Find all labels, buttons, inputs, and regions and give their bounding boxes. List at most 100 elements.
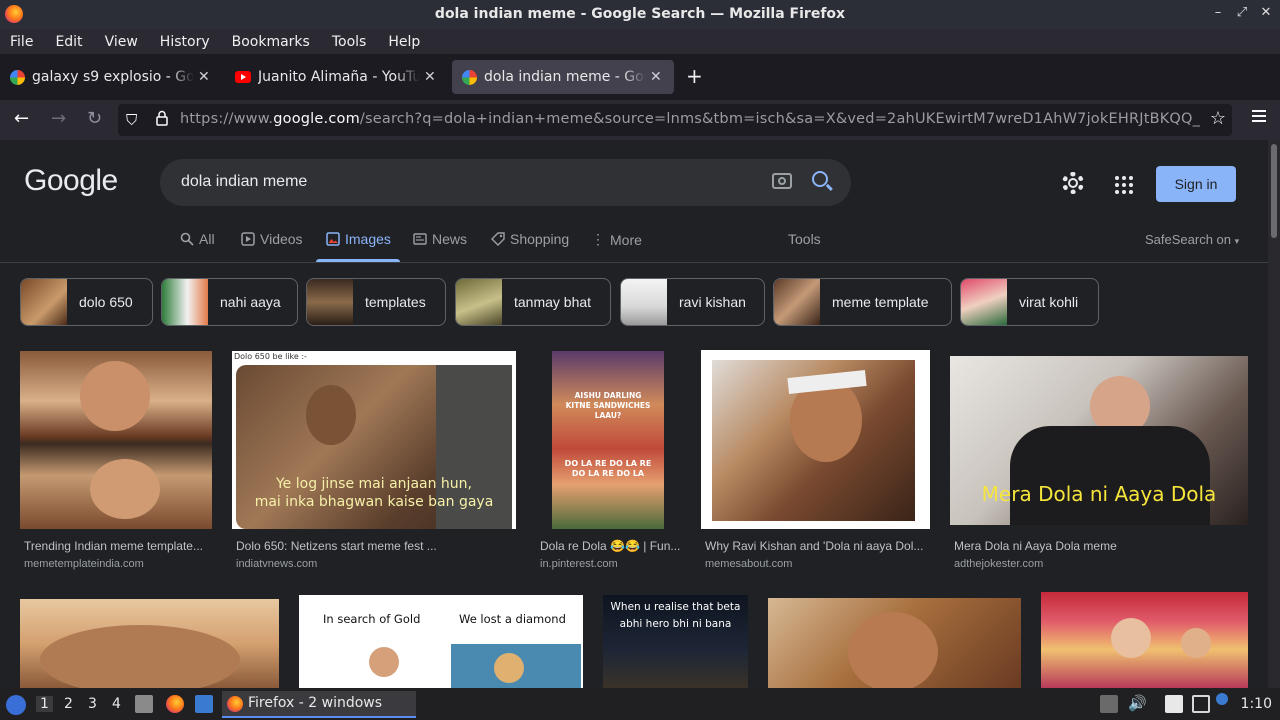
tab-all[interactable]: All (180, 231, 215, 247)
file-manager-icon[interactable] (135, 695, 153, 713)
menu-tools[interactable]: Tools (332, 34, 367, 50)
menu-edit[interactable]: Edit (55, 34, 82, 50)
workspace-4[interactable]: 4 (112, 696, 121, 712)
search-box[interactable]: dola indian meme (160, 159, 851, 206)
clock[interactable]: 1:10 (1241, 696, 1272, 712)
tab-shopping[interactable]: Shopping (491, 231, 569, 247)
image-result[interactable]: Dolo 650 be like :- Ye log jinse mai anj… (232, 351, 516, 576)
chip-dolo-650[interactable]: dolo 650 (20, 278, 153, 326)
result-source[interactable]: indiatvnews.com (236, 558, 317, 570)
minimize-button[interactable]: – (1212, 5, 1224, 20)
result-caption[interactable]: Dolo 650: Netizens start meme fest ... (236, 539, 516, 553)
back-button[interactable]: ← (14, 108, 29, 129)
image-result[interactable]: AISHU DARLING KITNE SANDWICHES LAAU? DO … (536, 351, 681, 576)
result-image[interactable]: In search of Gold We lost a diamond (299, 595, 583, 688)
menu-bookmarks[interactable]: Bookmarks (232, 34, 310, 50)
lock-icon[interactable] (156, 110, 168, 126)
result-caption[interactable]: Dola re Dola 😂😂 | Fun... (540, 539, 681, 553)
volume-icon[interactable]: 🔊 (1128, 694, 1147, 712)
start-menu-icon[interactable] (6, 695, 26, 715)
browser-tab-active[interactable]: dola indian meme - Google ✕ (452, 60, 674, 94)
close-window-button[interactable]: ✕ (1260, 5, 1272, 20)
forward-button[interactable]: → (51, 108, 66, 129)
search-icon[interactable] (812, 171, 828, 187)
result-caption[interactable]: Why Ravi Kishan and 'Dola ni aaya Dol... (705, 539, 930, 553)
result-image[interactable]: When u realise that beta abhi hero bhi n… (603, 595, 748, 688)
menu-file[interactable]: File (10, 34, 33, 50)
search-input[interactable]: dola indian meme (181, 173, 307, 191)
chip-meme-template[interactable]: meme template (773, 278, 952, 326)
apps-grid-icon[interactable] (1115, 176, 1133, 194)
tab-more[interactable]: ⋮ More (591, 231, 642, 248)
taskbar-firefox-window[interactable]: Firefox - 2 windows (222, 691, 416, 718)
result-image[interactable] (768, 598, 1021, 688)
notes-icon[interactable] (1165, 695, 1183, 713)
url-bar[interactable]: ⛉ https://www.google.com/search?q=dola+i… (118, 104, 1232, 136)
chip-ravi-kishan[interactable]: ravi kishan (620, 278, 765, 326)
workspace-2[interactable]: 2 (64, 696, 73, 712)
result-image[interactable] (20, 599, 279, 688)
maximize-button[interactable]: ⤢ (1236, 5, 1248, 20)
result-caption[interactable]: Mera Dola ni Aaya Dola meme (954, 539, 1248, 553)
page-scrollbar[interactable] (1268, 140, 1280, 688)
result-image[interactable] (1041, 592, 1248, 688)
image-result[interactable]: In search of Gold We lost a diamond (299, 595, 583, 688)
browser-tab[interactable]: Juanito Alimaña - YouTube ✕ (225, 60, 447, 94)
result-source[interactable]: memesabout.com (705, 558, 792, 570)
tools-button[interactable]: Tools (788, 231, 821, 247)
chip-nahi-aaya[interactable]: nahi aaya (161, 278, 298, 326)
safesearch-toggle[interactable]: SafeSearch on ▾ (1145, 232, 1239, 247)
reload-button[interactable]: ↻ (87, 108, 102, 129)
menu-view[interactable]: View (105, 34, 138, 50)
workspace-1[interactable]: 1 (36, 696, 53, 712)
tab-images-label: Images (345, 231, 391, 247)
notification-icon[interactable] (1216, 693, 1228, 705)
desktop-icon[interactable] (195, 695, 213, 713)
workspace-3[interactable]: 3 (88, 696, 97, 712)
face-shape (90, 459, 160, 519)
menu-help[interactable]: Help (388, 34, 420, 50)
image-result[interactable]: When u realise that beta abhi hero bhi n… (603, 595, 748, 688)
result-image[interactable]: Dolo 650 be like :- Ye log jinse mai anj… (232, 351, 516, 529)
result-image[interactable] (701, 350, 930, 529)
google-logo[interactable]: Google (24, 164, 118, 198)
close-tab-icon[interactable]: ✕ (650, 69, 662, 85)
chip-tanmay-bhat[interactable]: tanmay bhat (455, 278, 611, 326)
result-caption[interactable]: Trending Indian meme template... (24, 539, 212, 553)
image-result[interactable]: Why Ravi Kishan and 'Dola ni aaya Dol...… (701, 350, 930, 576)
result-source[interactable]: memetemplateindia.com (24, 558, 144, 570)
result-image[interactable]: Mera Dola ni Aaya Dola (950, 356, 1248, 525)
image-result[interactable] (20, 599, 279, 688)
clipboard-icon[interactable] (1100, 695, 1118, 713)
url-text[interactable]: https://www.google.com/search?q=dola+ind… (180, 111, 1200, 127)
camera-search-icon[interactable] (772, 173, 792, 189)
result-source[interactable]: in.pinterest.com (540, 558, 618, 570)
tracking-shield-icon[interactable]: ⛉ (126, 111, 137, 129)
chip-templates[interactable]: templates (306, 278, 446, 326)
image-result[interactable]: Trending Indian meme template... memetem… (20, 351, 212, 576)
result-image[interactable]: AISHU DARLING KITNE SANDWICHES LAAU? DO … (552, 351, 664, 529)
close-tab-icon[interactable]: ✕ (424, 69, 436, 85)
image-result[interactable]: Mera Dola ni Aaya Dola Mera Dola ni Aaya… (950, 356, 1248, 576)
app-menu-icon[interactable] (1252, 110, 1266, 125)
browser-tab[interactable]: galaxy s9 explosio - Google ✕ (0, 60, 222, 94)
chip-virat-kohli[interactable]: virat kohli (960, 278, 1099, 326)
bookmark-star-icon[interactable]: ☆ (1210, 108, 1226, 129)
meme-text-left: In search of Gold (323, 612, 421, 626)
sign-in-button[interactable]: Sign in (1156, 166, 1236, 202)
settings-gear-icon[interactable] (1062, 172, 1084, 194)
chip-label: meme template (832, 294, 929, 310)
result-image[interactable] (20, 351, 212, 529)
menu-history[interactable]: History (160, 34, 210, 50)
tab-news[interactable]: News (413, 231, 467, 247)
new-tab-button[interactable]: + (686, 64, 703, 88)
scrollbar-thumb[interactable] (1271, 144, 1277, 238)
image-result[interactable] (1041, 592, 1248, 688)
display-icon[interactable] (1192, 695, 1210, 713)
tab-videos[interactable]: Videos (241, 231, 303, 247)
result-source[interactable]: adthejokester.com (954, 558, 1043, 570)
close-tab-icon[interactable]: ✕ (198, 69, 210, 85)
image-result[interactable] (768, 598, 1021, 688)
tab-images[interactable]: Images (326, 231, 391, 247)
firefox-launcher-icon[interactable] (166, 695, 184, 713)
